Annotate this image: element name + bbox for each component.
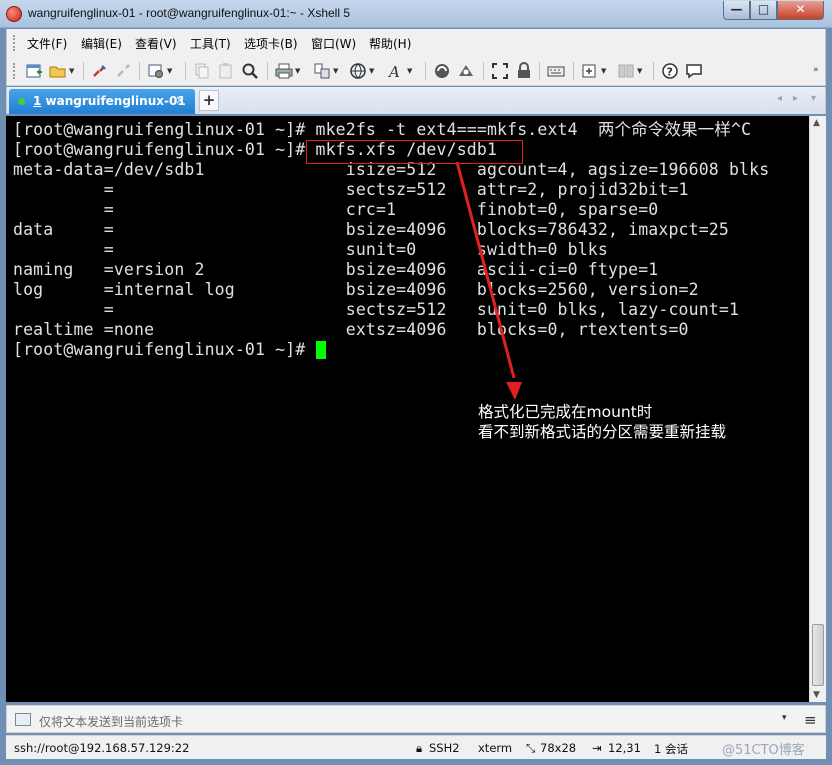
menu-file[interactable]: 文件(F) <box>27 35 67 52</box>
disconnect-icon[interactable] <box>115 62 133 80</box>
annotation-text: 看不到新格式话的分区需要重新挂载 <box>478 423 727 441</box>
tab-session[interactable]: 1 wangruifenglinux-01 × <box>9 89 195 114</box>
tab-list-icon[interactable]: ▾ <box>811 93 816 104</box>
transfer-icon[interactable] <box>313 62 331 80</box>
cursor-position: 12,31 <box>608 741 641 755</box>
tab-close-icon[interactable]: × <box>175 93 185 107</box>
scroll-up-icon[interactable]: ▲ <box>813 118 820 128</box>
status-bar: ssh://root@192.168.57.129:22 🔒︎ SSH2 xte… <box>6 735 826 759</box>
font-dropdown-icon[interactable]: ▼ <box>407 67 412 75</box>
compose-menu-icon[interactable]: ≡ <box>804 711 817 729</box>
xmanager-icon[interactable] <box>457 62 475 80</box>
connected-status-icon <box>18 98 25 105</box>
reconnect-icon[interactable] <box>91 62 109 80</box>
tab-scroll-left-icon[interactable]: ◂ <box>777 93 782 104</box>
help-icon[interactable]: ? <box>661 62 679 80</box>
layout-dropdown-icon[interactable]: ▼ <box>637 67 642 75</box>
tab-bar: 1 wangruifenglinux-01 × + ◂ ▸ ▾ <box>6 87 826 114</box>
menu-bar: 文件(F) 编辑(E) 查看(V) 工具(T) 选项卡(B) 窗口(W) 帮助(… <box>6 29 826 56</box>
terminal-size: 78x28 <box>540 741 577 755</box>
print-dropdown-icon[interactable]: ▼ <box>295 67 300 75</box>
tab-scroll-right-icon[interactable]: ▸ <box>793 93 798 104</box>
add-tab-icon[interactable] <box>581 62 599 80</box>
keyboard-icon[interactable] <box>547 62 565 80</box>
toolbar-grip[interactable] <box>13 63 16 79</box>
font-icon[interactable]: A <box>387 62 405 80</box>
toolbar: ▼ ▼ ▼ ▼ ▼ A ▼ ▼ ▼ ? » <box>6 56 826 86</box>
session-properties-icon[interactable] <box>147 62 165 80</box>
globe-dropdown-icon[interactable]: ▼ <box>369 67 374 75</box>
protocol-lock-icon: 🔒︎ <box>416 741 423 755</box>
xftp-icon[interactable] <box>433 62 451 80</box>
terminal-type: xterm <box>478 741 513 755</box>
svg-text:A: A <box>387 63 400 80</box>
toolbar-separator <box>573 62 574 80</box>
paste-icon[interactable] <box>217 62 235 80</box>
annotation-arrow <box>455 161 522 400</box>
terminal-screen[interactable]: [root@wangruifenglinux-01 ~]# mke2fs -t … <box>6 116 809 702</box>
toolbar-separator <box>139 62 140 80</box>
close-button[interactable]: ✕ <box>777 1 824 20</box>
toolbar-separator <box>83 62 84 80</box>
toolbar-separator <box>539 62 540 80</box>
open-dropdown-icon[interactable]: ▼ <box>69 67 74 75</box>
toolbar-overflow-icon[interactable]: » <box>813 65 819 75</box>
toolbar-separator <box>483 62 484 80</box>
open-folder-icon[interactable] <box>49 62 67 80</box>
compose-bar[interactable]: 仅将文本发送到当前选项卡 ▾ ≡ <box>6 705 826 733</box>
menu-grip[interactable] <box>13 35 16 51</box>
menu-help[interactable]: 帮助(H) <box>369 35 411 52</box>
watermark: @51CTO博客 <box>722 743 805 758</box>
cursor-icon: ⇥ <box>592 741 602 755</box>
menu-view[interactable]: 查看(V) <box>135 35 177 52</box>
xshell-app-icon[interactable] <box>6 6 22 22</box>
minimize-button[interactable]: — <box>723 1 750 20</box>
layout-icon[interactable] <box>617 62 635 80</box>
title-bar: wangruifenglinux-01 - root@wangruifengli… <box>0 0 832 28</box>
menu-edit[interactable]: 编辑(E) <box>81 35 122 52</box>
toolbar-separator <box>185 62 186 80</box>
properties-dropdown-icon[interactable]: ▼ <box>167 67 172 75</box>
menu-tools[interactable]: 工具(T) <box>190 35 231 52</box>
svg-text:?: ? <box>667 66 673 79</box>
find-icon[interactable] <box>241 62 259 80</box>
compose-window-icon <box>15 713 31 726</box>
lock-icon[interactable] <box>515 62 533 80</box>
annotation-text: 格式化已完成在mount时 <box>478 403 653 421</box>
maximize-button[interactable]: □ <box>750 1 777 20</box>
session-count: 1 会话 <box>654 742 688 756</box>
toolbar-separator <box>425 62 426 80</box>
new-tab-button[interactable]: + <box>199 90 219 111</box>
compose-input-placeholder[interactable]: 仅将文本发送到当前选项卡 <box>39 713 183 730</box>
chat-icon[interactable] <box>685 62 703 80</box>
compose-dropdown-icon[interactable]: ▾ <box>782 713 787 723</box>
fullscreen-icon[interactable] <box>491 62 509 80</box>
add-tab-dropdown-icon[interactable]: ▼ <box>601 67 606 75</box>
scrollbar-thumb[interactable] <box>812 624 824 686</box>
new-session-icon[interactable] <box>25 62 43 80</box>
tab-session-label: 1 wangruifenglinux-01 <box>33 94 186 108</box>
globe-icon[interactable] <box>349 62 367 80</box>
terminal-scrollbar[interactable]: ▲ ▼ <box>809 116 826 702</box>
window-title: wangruifenglinux-01 - root@wangruifengli… <box>28 6 351 20</box>
connection-address: ssh://root@192.168.57.129:22 <box>14 741 190 755</box>
transfer-dropdown-icon[interactable]: ▼ <box>333 67 338 75</box>
menu-window[interactable]: 窗口(W) <box>311 35 356 52</box>
protocol-label: SSH2 <box>429 741 460 755</box>
scroll-down-icon[interactable]: ▼ <box>813 690 820 700</box>
print-icon[interactable] <box>275 62 293 80</box>
copy-icon[interactable] <box>193 62 211 80</box>
size-icon: ⤡ <box>526 741 536 755</box>
toolbar-separator <box>653 62 654 80</box>
toolbar-separator <box>267 62 268 80</box>
menu-tabs[interactable]: 选项卡(B) <box>244 35 298 52</box>
